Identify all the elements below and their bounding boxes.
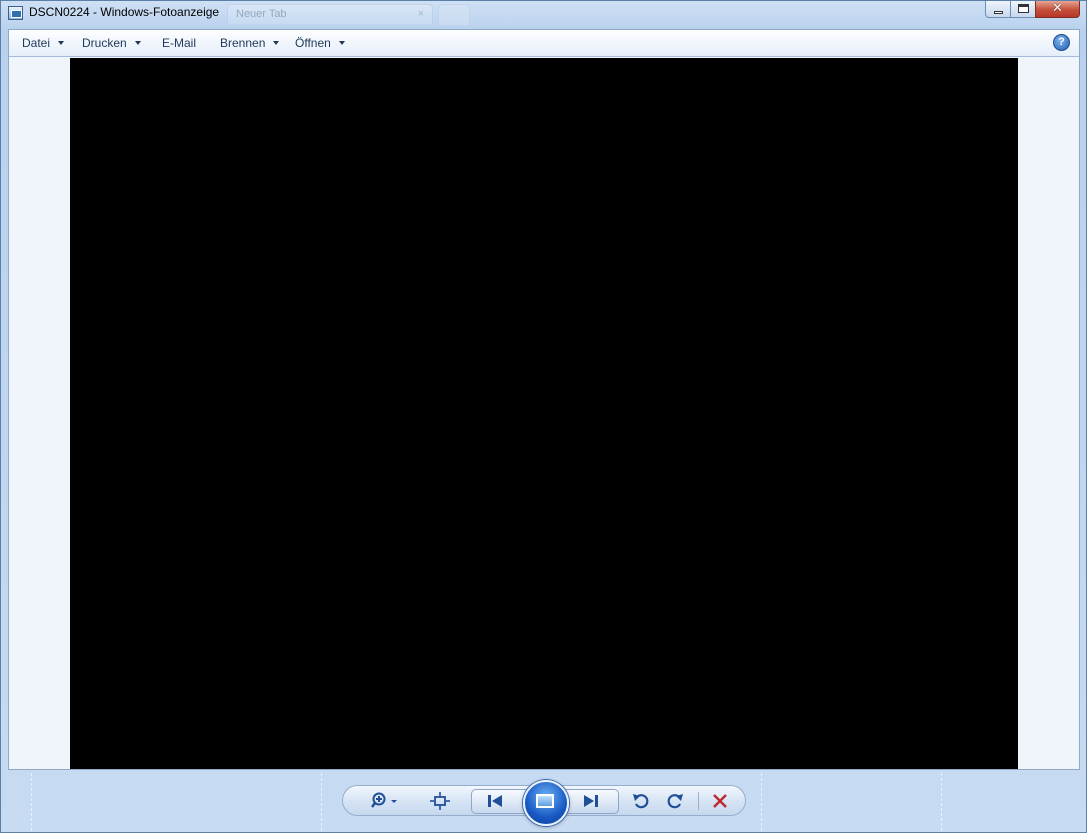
menu-datei-label: Datei: [22, 36, 51, 50]
menu-bar: Datei Drucken E-Mail Brennen Öffnen ?: [9, 30, 1079, 57]
menu-datei[interactable]: Datei: [22, 36, 65, 50]
chevron-down-icon: [273, 41, 280, 45]
zoom-button[interactable]: [365, 786, 405, 815]
background-tab: Neuer Tab ×: [227, 4, 433, 24]
menu-drucken-label: Drucken: [82, 36, 127, 50]
menu-oeffnen-label: Öffnen: [295, 36, 331, 50]
caption-buttons: ✕: [985, 1, 1080, 19]
slideshow-icon: [536, 794, 554, 808]
maximize-button[interactable]: [1010, 1, 1036, 18]
toolbar-divider-decoration: [761, 773, 763, 831]
rotate-clockwise-button[interactable]: [663, 786, 687, 815]
app-icon[interactable]: [8, 6, 23, 20]
background-tab-close-icon: ×: [417, 8, 424, 20]
chevron-down-icon: [134, 41, 141, 45]
help-button[interactable]: ?: [1053, 34, 1070, 51]
zoom-icon: [371, 792, 397, 808]
menu-email[interactable]: E-Mail: [162, 36, 196, 50]
rotate-clockwise-icon: [667, 793, 683, 808]
toolbar-divider-decoration: [31, 773, 33, 831]
previous-icon: [488, 794, 502, 807]
toolbar-separator: [698, 792, 699, 810]
background-new-tab: [438, 4, 470, 25]
photo-display[interactable]: [70, 58, 1018, 769]
close-button[interactable]: ✕: [1035, 1, 1080, 18]
menu-email-label: E-Mail: [162, 36, 197, 50]
toolbar-divider-decoration: [321, 773, 323, 831]
menu-oeffnen[interactable]: Öffnen: [295, 36, 345, 50]
toolbar-divider-decoration: [941, 773, 943, 831]
rotate-counterclockwise-icon: [633, 793, 649, 808]
delete-icon: [713, 793, 727, 808]
background-tab-label: Neuer Tab: [236, 8, 287, 20]
next-button[interactable]: [571, 786, 611, 815]
menu-brennen[interactable]: Brennen: [220, 36, 280, 50]
client-area: Datei Drucken E-Mail Brennen Öffnen ?: [8, 29, 1080, 770]
menu-drucken[interactable]: Drucken: [82, 36, 141, 50]
delete-button[interactable]: [707, 786, 733, 815]
title-bar[interactable]: DSCN0224 - Windows-Fotoanzeige Neuer Tab…: [1, 1, 1086, 27]
fit-to-window-button[interactable]: [425, 786, 455, 815]
slideshow-button[interactable]: [523, 780, 569, 826]
fit-to-window-icon: [430, 791, 450, 810]
help-icon: ?: [1058, 36, 1065, 48]
close-icon: ✕: [1052, 1, 1063, 16]
menu-brennen-label: Brennen: [220, 36, 266, 50]
window-title: DSCN0224 - Windows-Fotoanzeige: [29, 5, 220, 19]
rotate-counterclockwise-button[interactable]: [629, 786, 653, 815]
chevron-down-icon: [58, 41, 65, 45]
photo-viewer-window: DSCN0224 - Windows-Fotoanzeige Neuer Tab…: [0, 0, 1087, 833]
minimize-button[interactable]: [985, 1, 1011, 18]
previous-button[interactable]: [475, 786, 515, 815]
chevron-down-icon: [338, 41, 345, 45]
next-icon: [584, 794, 598, 807]
